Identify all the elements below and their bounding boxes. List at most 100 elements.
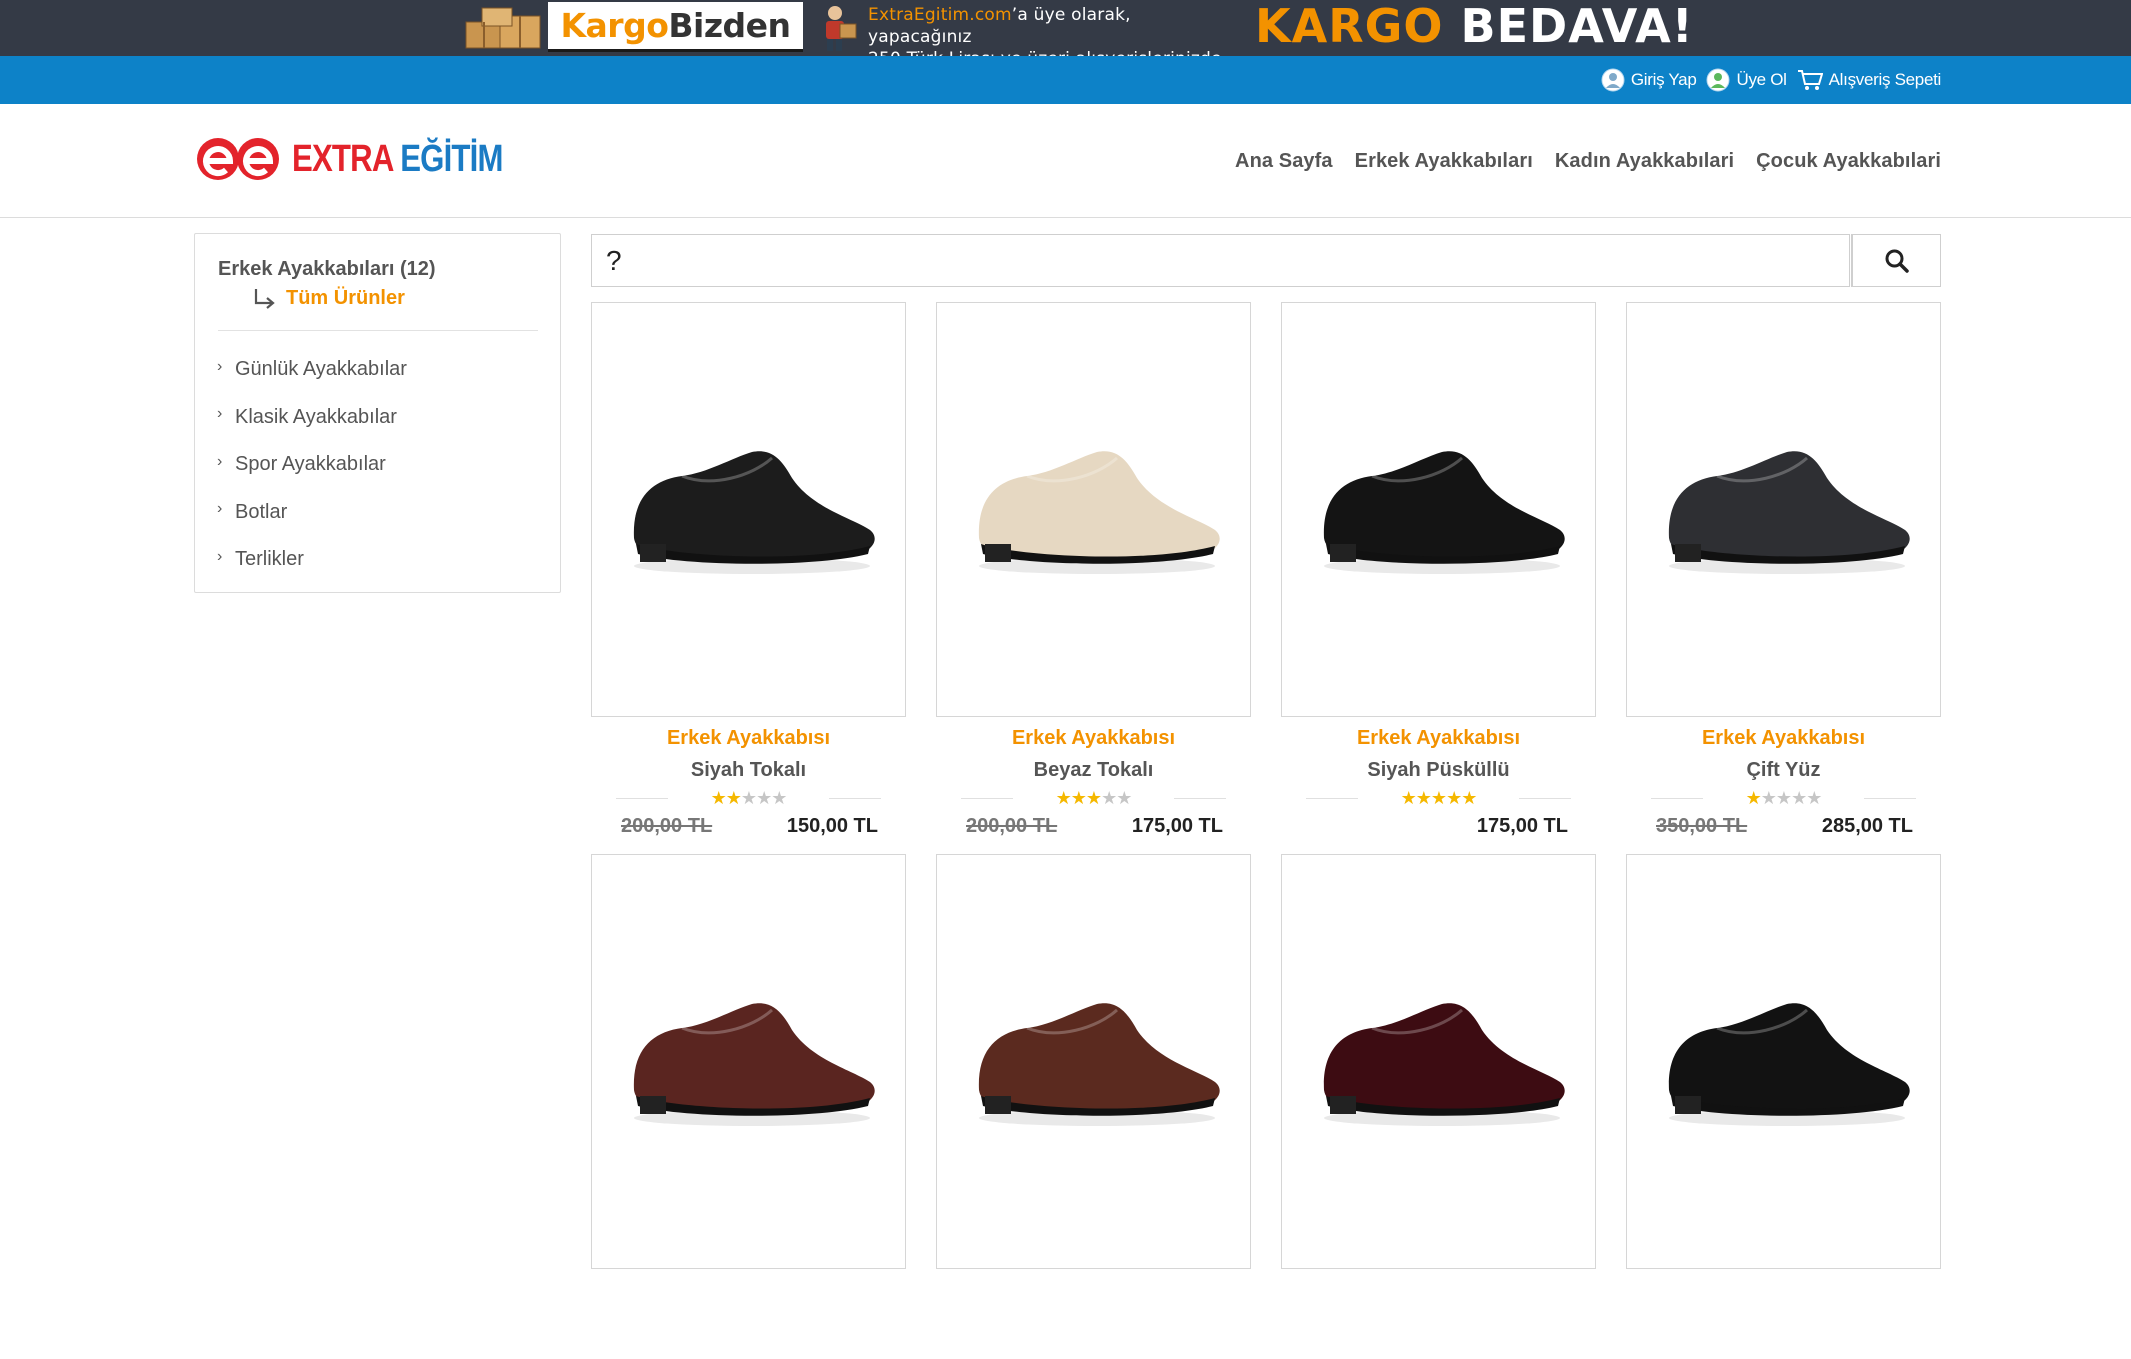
main-nav: Ana Sayfa Erkek Ayakkabıları Kadın Ayakk…	[1235, 104, 1941, 218]
product-name[interactable]: Çift Yüz	[1626, 759, 1941, 782]
kargo-bizden-logo: KargoBizden	[548, 2, 803, 52]
product-category: Erkek Ayakkabısı	[666, 727, 831, 749]
sidebar-item-sport[interactable]: › Spor Ayakkabılar	[217, 441, 537, 489]
shoe-image	[1668, 451, 1910, 574]
star-icon: ★	[1760, 788, 1777, 808]
nav-home[interactable]: Ana Sayfa	[1235, 150, 1333, 173]
category-sidebar: Erkek Ayakkabıları (12) Tüm Ürünler › Gün…	[194, 233, 561, 593]
nav-women-shoes[interactable]: Kadın Ayakkabılari	[1555, 150, 1734, 173]
register-link[interactable]: Üye Ol	[1706, 68, 1787, 92]
chevron-right-icon: ›	[217, 547, 223, 565]
chevron-right-icon: ›	[217, 452, 223, 470]
product-old-price: 350,00 TL	[1656, 815, 1748, 837]
search-input[interactable]	[591, 234, 1850, 287]
shoe-image	[1323, 451, 1565, 574]
product-rating: ★★★★★	[956, 789, 1231, 807]
all-products-label: Tüm Ürünler	[286, 287, 405, 309]
star-icon: ★	[1415, 788, 1432, 808]
star-icon: ★	[1806, 788, 1822, 808]
star-icon: ★	[1085, 788, 1102, 808]
sidebar-item-label: Spor Ayakkabılar	[235, 453, 386, 476]
category-title[interactable]: Erkek Ayakkabıları (12)	[218, 258, 436, 281]
all-products-link[interactable]: Tüm Ürünler	[252, 287, 405, 310]
product-rating: ★★★★★	[1646, 789, 1921, 807]
star-icon: ★	[725, 788, 742, 808]
star-icon: ★	[1775, 788, 1792, 808]
nav-kids-shoes[interactable]: Çocuk Ayakkabılari	[1756, 150, 1941, 173]
promo-banner[interactable]: KargoBizden ExtraEgitim.com’a üye olarak…	[0, 0, 2131, 69]
cargo-boxes-icon	[465, 7, 541, 49]
logo-word-egitim: EĞİTİM	[400, 137, 503, 180]
sidebar-item-label: Günlük Ayakkabılar	[235, 358, 407, 381]
star-icon: ★	[1791, 788, 1807, 808]
product-image[interactable]	[936, 854, 1251, 1269]
product-name[interactable]: Siyah Tokalı	[591, 759, 906, 782]
shoe-image	[633, 1003, 875, 1126]
product-image[interactable]	[936, 302, 1251, 717]
product-price: 150,00 TL	[786, 815, 878, 837]
product-image[interactable]	[1281, 302, 1596, 717]
cart-link[interactable]: Alışveriş Sepeti	[1797, 69, 1941, 91]
nav-men-shoes[interactable]: Erkek Ayakkabıları	[1355, 150, 1533, 173]
sidebar-item-boots[interactable]: › Botlar	[217, 489, 537, 537]
product-price: 175,00 TL	[1476, 815, 1568, 837]
product-category: Erkek Ayakkabısı	[1011, 727, 1176, 749]
product-image[interactable]	[591, 854, 906, 1269]
product-image[interactable]	[1281, 854, 1596, 1269]
logo-word-extra: EXTRA	[292, 137, 393, 180]
subcategory-list: › Günlük Ayakkabılar › Klasik Ayakkabılar …	[217, 346, 537, 584]
product-old-price: 200,00 TL	[966, 815, 1058, 837]
ee-logo-icon	[197, 138, 279, 180]
free-shipping-text: KARGO BEDAVA!	[1255, 0, 1694, 54]
star-icon: ★	[771, 788, 787, 808]
star-icon: ★	[710, 788, 727, 808]
site-logo[interactable]: EXTRA EĞİTİM	[194, 134, 549, 184]
shoe-image	[1323, 1003, 1565, 1126]
star-icon: ★	[1070, 788, 1087, 808]
sidebar-item-casual[interactable]: › Günlük Ayakkabılar	[217, 346, 537, 394]
user-icon	[1601, 68, 1625, 92]
search-button[interactable]	[1851, 234, 1941, 287]
search-icon	[1885, 249, 1909, 273]
courier-icon	[826, 6, 857, 51]
star-icon: ★	[1745, 788, 1762, 808]
kargo-word: Kargo	[560, 6, 669, 45]
big-kargo: KARGO	[1255, 0, 1444, 53]
star-icon: ★	[1430, 788, 1447, 808]
chevron-right-icon: ›	[217, 405, 223, 423]
shoe-image	[978, 451, 1220, 574]
login-label: Giriş Yap	[1630, 70, 1697, 89]
star-icon: ★	[1461, 788, 1477, 808]
product-rating	[611, 1341, 886, 1359]
product-image[interactable]	[591, 302, 906, 717]
subdirectory-arrow-icon	[254, 288, 275, 309]
star-icon: ★	[1055, 788, 1072, 808]
product-rating	[1646, 1341, 1921, 1359]
product-price: 175,00 TL	[1131, 815, 1223, 837]
cart-label: Alışveriş Sepeti	[1828, 70, 1942, 89]
star-icon: ★	[756, 788, 772, 808]
promo-site: ExtraEgitim.com	[868, 5, 1012, 25]
product-name[interactable]: Beyaz Tokalı	[936, 759, 1251, 782]
add-user-icon	[1706, 68, 1730, 92]
product-old-price: 200,00 TL	[621, 815, 713, 837]
login-link[interactable]: Giriş Yap	[1601, 68, 1697, 92]
product-rating: ★★★★★	[1301, 789, 1576, 807]
bizden-word: Bizden	[668, 6, 791, 45]
user-bar: Giriş Yap Üye Ol Alışveriş Sepeti	[0, 56, 2131, 104]
star-icon: ★	[1116, 788, 1132, 808]
product-category: Erkek Ayakkabısı	[1356, 727, 1521, 749]
chevron-right-icon: ›	[217, 357, 223, 375]
sidebar-divider	[218, 330, 538, 331]
star-icon: ★	[1101, 788, 1117, 808]
sidebar-item-slippers[interactable]: › Terlikler	[217, 536, 537, 584]
product-name[interactable]: Siyah Püsküllü	[1281, 759, 1596, 782]
sidebar-item-label: Terlikler	[235, 548, 304, 571]
sidebar-item-label: Botlar	[235, 500, 288, 523]
chevron-right-icon: ›	[217, 500, 223, 518]
star-icon: ★	[1446, 788, 1462, 808]
product-image[interactable]	[1626, 302, 1941, 717]
sidebar-item-classic[interactable]: › Klasik Ayakkabılar	[217, 394, 537, 442]
big-bedava: BEDAVA!	[1460, 0, 1694, 53]
product-image[interactable]	[1626, 854, 1941, 1269]
